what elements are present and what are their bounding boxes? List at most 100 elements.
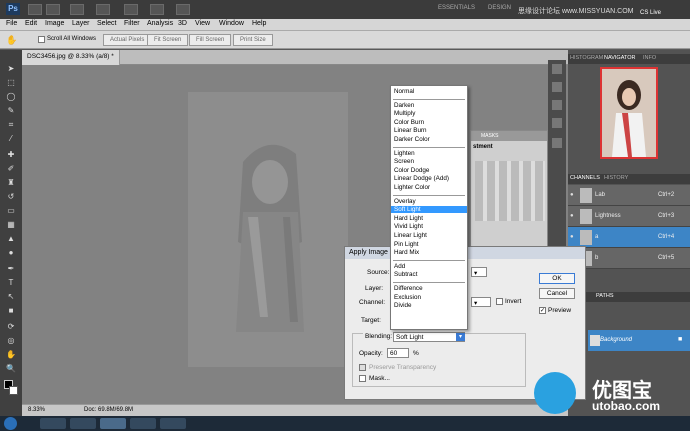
layer-row-background[interactable]: Background ■: [588, 330, 690, 351]
dock-icon[interactable]: [552, 138, 562, 148]
menu-3d[interactable]: 3D: [178, 20, 187, 27]
arrange-documents-icon[interactable]: [150, 4, 164, 15]
eyedropper-tool-icon[interactable]: ⁄: [5, 134, 17, 144]
3d-rotate-tool-icon[interactable]: ⟳: [5, 322, 17, 332]
eraser-tool-icon[interactable]: ▭: [5, 206, 17, 216]
blending-select[interactable]: Soft Light: [393, 332, 465, 342]
channel-row-lightness[interactable]: ● Lightness Ctrl+3: [568, 206, 690, 227]
view-extras-icon[interactable]: [70, 4, 84, 15]
history-brush-tool-icon[interactable]: ↺: [5, 192, 17, 202]
start-button[interactable]: [4, 417, 17, 430]
clone-stamp-tool-icon[interactable]: ♜: [5, 178, 17, 188]
print-size-button[interactable]: Print Size: [233, 34, 273, 46]
blend-mode-option[interactable]: Hard Mix: [394, 249, 419, 256]
dock-icon[interactable]: [552, 82, 562, 92]
blend-mode-option[interactable]: Color Burn: [394, 119, 424, 126]
blend-mode-option[interactable]: Multiply: [394, 110, 415, 117]
invert-checkbox[interactable]: [496, 298, 503, 305]
document-tab[interactable]: DSC3456.jpg @ 8.33% (a/8) *: [22, 50, 120, 65]
dock-icon[interactable]: [552, 64, 562, 74]
cs-live-label[interactable]: CS Live: [640, 10, 661, 16]
quick-select-tool-icon[interactable]: ✎: [5, 106, 17, 116]
brush-tool-icon[interactable]: ✐: [5, 164, 17, 174]
channel-row-a[interactable]: ● a Ctrl+4: [568, 227, 690, 248]
dodge-tool-icon[interactable]: ●: [5, 248, 17, 258]
blend-mode-option[interactable]: Lighter Color: [394, 184, 430, 191]
menu-file[interactable]: File: [6, 20, 17, 27]
paths-tab[interactable]: PATHS: [596, 293, 614, 299]
masks-tab[interactable]: MASKS: [481, 133, 499, 139]
menu-edit[interactable]: Edit: [25, 20, 37, 27]
blend-mode-option[interactable]: Linear Light: [394, 232, 427, 239]
dock-icon[interactable]: [552, 118, 562, 128]
visibility-eye-icon[interactable]: ●: [570, 234, 574, 240]
lasso-tool-icon[interactable]: ◯: [5, 92, 17, 102]
cancel-button[interactable]: Cancel: [539, 288, 575, 299]
channel-row-lab[interactable]: ● Lab Ctrl+2: [568, 185, 690, 206]
marquee-tool-icon[interactable]: ⬚: [5, 78, 17, 88]
taskbar-app-icon[interactable]: [100, 418, 126, 429]
source-select[interactable]: ▾: [471, 267, 487, 277]
path-selection-tool-icon[interactable]: ↖: [5, 292, 17, 302]
blend-mode-option[interactable]: Difference: [394, 285, 423, 292]
blend-mode-option[interactable]: Exclusion: [394, 294, 421, 301]
healing-brush-tool-icon[interactable]: ✚: [5, 150, 17, 160]
blend-mode-option[interactable]: Darker Color: [394, 136, 430, 143]
pen-tool-icon[interactable]: ✒: [5, 264, 17, 274]
workspace-design[interactable]: DESIGN: [488, 5, 511, 11]
blend-mode-option[interactable]: Add: [394, 263, 405, 270]
visibility-eye-icon[interactable]: ●: [570, 213, 574, 219]
preserve-transparency-checkbox[interactable]: [359, 364, 366, 371]
blend-mode-option[interactable]: Subtract: [394, 271, 417, 278]
dock-icon[interactable]: [552, 100, 562, 110]
zoom-tool-icon[interactable]: 🔍: [5, 364, 17, 374]
navigator-thumbnail[interactable]: [600, 67, 658, 159]
minibridge-icon[interactable]: [46, 4, 60, 15]
image-canvas[interactable]: [188, 92, 348, 367]
fit-screen-button[interactable]: Fit Screen: [147, 34, 189, 46]
taskbar-app-icon[interactable]: [70, 418, 96, 429]
blend-mode-option[interactable]: Hard Light: [394, 215, 423, 222]
fill-screen-button[interactable]: Fill Screen: [189, 34, 232, 46]
preview-checkbox[interactable]: ✓: [539, 307, 546, 314]
channel-select[interactable]: ▾: [471, 297, 491, 307]
background-color-swatch[interactable]: [9, 386, 18, 395]
history-tab[interactable]: HISTORY: [604, 175, 628, 181]
blend-mode-option[interactable]: Soft Light: [391, 206, 467, 214]
blend-mode-option[interactable]: Color Dodge: [394, 167, 429, 174]
zoom-readout[interactable]: 8.33%: [28, 407, 45, 413]
menu-view[interactable]: View: [195, 20, 210, 27]
taskbar-app-icon[interactable]: [130, 418, 156, 429]
ok-button[interactable]: OK: [539, 273, 575, 284]
move-tool-icon[interactable]: ➤: [5, 64, 17, 74]
blend-mode-option[interactable]: Linear Burn: [394, 127, 427, 134]
blur-tool-icon[interactable]: ▲: [5, 234, 17, 244]
zoom-level-icon[interactable]: [96, 4, 110, 15]
blend-mode-option[interactable]: Vivid Light: [394, 223, 423, 230]
type-tool-icon[interactable]: T: [5, 278, 17, 288]
menu-filter[interactable]: Filter: [124, 20, 140, 27]
menu-image[interactable]: Image: [45, 20, 64, 27]
scroll-all-checkbox[interactable]: [38, 36, 45, 43]
chevron-down-icon[interactable]: ▾: [456, 333, 465, 341]
blend-mode-option[interactable]: Linear Dodge (Add): [394, 175, 449, 182]
workspace-essentials[interactable]: ESSENTIALS: [438, 5, 475, 11]
histogram-tab[interactable]: HISTOGRAM: [570, 55, 603, 61]
menu-layer[interactable]: Layer: [72, 20, 90, 27]
blend-mode-option[interactable]: Pin Light: [394, 241, 419, 248]
gradient-tool-icon[interactable]: ▦: [5, 220, 17, 230]
navigator-tab[interactable]: NAVIGATOR: [604, 55, 635, 61]
adjustment-icons-grid[interactable]: [475, 161, 545, 221]
hand-tool-icon[interactable]: ✋: [5, 350, 17, 360]
menu-select[interactable]: Select: [97, 20, 116, 27]
3d-orbit-tool-icon[interactable]: ◎: [5, 336, 17, 346]
shape-tool-icon[interactable]: ■: [5, 306, 17, 316]
channel-row-b[interactable]: ● b Ctrl+5: [568, 248, 690, 269]
menu-analysis[interactable]: Analysis: [147, 20, 173, 27]
taskbar-app-icon[interactable]: [40, 418, 66, 429]
menu-help[interactable]: Help: [252, 20, 266, 27]
taskbar-app-icon[interactable]: [160, 418, 186, 429]
visibility-eye-icon[interactable]: ●: [570, 192, 574, 198]
blend-mode-option[interactable]: Overlay: [394, 198, 416, 205]
blend-mode-option[interactable]: Normal: [394, 88, 414, 95]
